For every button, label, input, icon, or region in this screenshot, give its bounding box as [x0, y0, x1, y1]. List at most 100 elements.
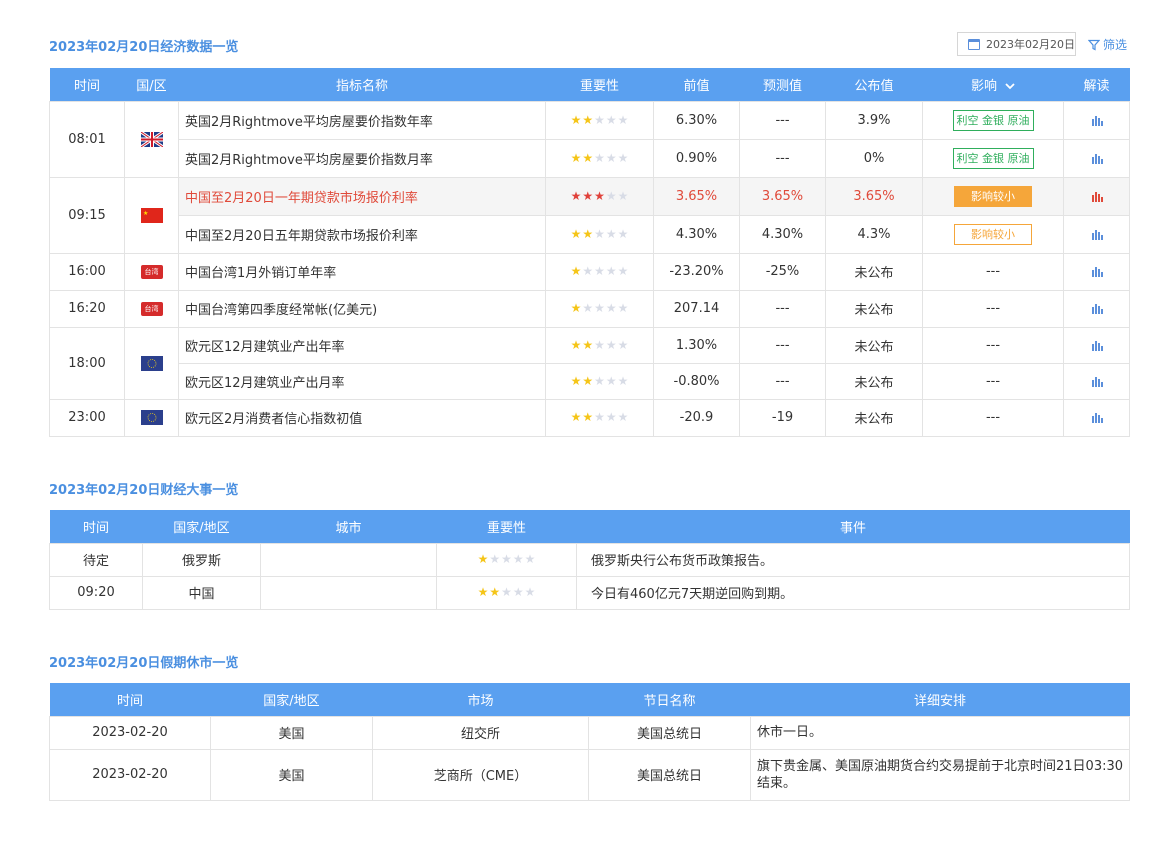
bar-chart-icon[interactable]: [1091, 340, 1103, 351]
previous-value: 207.14: [653, 289, 740, 328]
star-icon: ★: [582, 150, 594, 165]
impact-cell: 影响较小: [922, 176, 1064, 216]
table-row: 09:20 中国 ★ ★ ★ ★ ★ 今日有460亿元7天期逆回购到期。: [49, 575, 1130, 610]
header-actual: 公布值: [825, 68, 923, 101]
bar-chart-icon[interactable]: [1091, 229, 1103, 240]
bar-chart-icon[interactable]: [1091, 153, 1103, 164]
previous-value: 6.30%: [653, 100, 740, 140]
event-city: [260, 542, 437, 577]
star-icon: ★: [605, 410, 617, 424]
forecast-value: ---: [739, 289, 826, 328]
star-icon: ★: [605, 112, 617, 127]
table-row: 2023-02-20 美国 芝商所（CME） 美国总统日 旗下贵金属、美国原油期货合约交…: [49, 748, 1130, 801]
events-table: 时间 国家/地区 城市 重要性 事件 待定 俄罗斯 ★ ★ ★ ★ ★ 俄罗斯央行公布货币政策…: [49, 510, 1130, 610]
event-time: 待定: [49, 542, 143, 577]
star-icon: ★: [582, 188, 594, 203]
interpretation-cell[interactable]: [1063, 138, 1130, 178]
bar-chart-icon[interactable]: [1091, 191, 1103, 202]
indicator-name[interactable]: 中国至2月20日一年期贷款市场报价利率: [178, 176, 546, 216]
header-country: 国家/地区: [210, 683, 373, 716]
header-impact[interactable]: 影响: [922, 68, 1064, 101]
star-icon: ★: [594, 410, 605, 424]
table-row: 18:00 欧元区12月建筑业产出年率 ★ ★ ★ ★ ★ 1.30% --- 未公布 ---: [49, 326, 1130, 400]
star-icon: ★: [617, 226, 629, 241]
star-icon: ★: [489, 585, 501, 599]
header-region: 国/区: [124, 68, 179, 101]
indicator-name[interactable]: 中国台湾1月外销订单年率: [178, 252, 546, 291]
event-text: 俄罗斯央行公布货币政策报告。: [576, 542, 1130, 577]
bar-chart-icon[interactable]: [1091, 303, 1103, 314]
importance-stars: ★ ★ ★ ★ ★: [571, 338, 629, 352]
importance-cell: ★ ★ ★ ★ ★: [545, 214, 654, 254]
interpretation-cell[interactable]: [1063, 214, 1130, 254]
bar-chart-icon[interactable]: [1091, 376, 1103, 387]
forecast-value: ---: [739, 100, 826, 140]
importance-stars: ★ ★ ★ ★ ★: [571, 189, 629, 203]
event-country: 中国: [142, 575, 261, 610]
star-icon: ★: [594, 150, 605, 165]
star-icon: ★: [605, 373, 617, 388]
star-icon: ★: [594, 301, 605, 315]
header-forecast: 预测值: [739, 68, 826, 101]
star-icon: ★: [605, 264, 617, 278]
forecast-value: ---: [739, 362, 826, 400]
indicator-name[interactable]: 欧元区12月建筑业产出月率: [178, 362, 546, 400]
holiday-market: 芝商所（CME）: [372, 748, 589, 801]
holidays-table: 时间 国家/地区 市场 节日名称 详细安排 2023-02-20 美国 纽交所 美国总…: [49, 683, 1130, 801]
bar-chart-icon[interactable]: [1091, 266, 1103, 277]
star-icon: ★: [582, 264, 594, 278]
event-text: 今日有460亿元7天期逆回购到期。: [576, 575, 1130, 610]
indicator-name[interactable]: 英国2月Rightmove平均房屋要价指数年率: [178, 100, 546, 140]
star-icon: ★: [617, 410, 629, 424]
date-picker[interactable]: 2023年02月20日: [957, 32, 1076, 56]
star-icon: ★: [617, 188, 629, 203]
indicator-name[interactable]: 欧元区2月消费者信心指数初值: [178, 398, 546, 437]
indicator-name[interactable]: 中国至2月20日五年期贷款市场报价利率: [178, 214, 546, 254]
star-icon: ★: [512, 552, 524, 566]
star-icon: ★: [617, 373, 629, 388]
star-icon: ★: [570, 226, 582, 241]
impact-badge: 影响较小: [954, 185, 1032, 207]
indicator-name[interactable]: 欧元区12月建筑业产出年率: [178, 326, 546, 364]
interpretation-cell[interactable]: [1063, 326, 1130, 364]
importance-stars: ★ ★ ★ ★ ★: [478, 585, 536, 599]
interpretation-cell[interactable]: [1063, 362, 1130, 400]
actual-value: 3.65%: [825, 176, 923, 216]
eu-flag-icon: [140, 410, 163, 425]
header-time: 时间: [49, 68, 125, 101]
time-cell: 08:01: [49, 100, 125, 178]
star-icon: ★: [570, 301, 582, 315]
indicator-name[interactable]: 中国台湾第四季度经常帐(亿美元): [178, 289, 546, 328]
actual-value: 未公布: [825, 362, 923, 400]
impact-cell: ---: [922, 326, 1064, 364]
holiday-country: 美国: [210, 715, 373, 750]
star-icon: ★: [594, 188, 605, 203]
indicator-name[interactable]: 英国2月Rightmove平均房屋要价指数月率: [178, 138, 546, 178]
importance-cell: ★ ★ ★ ★ ★: [545, 398, 654, 437]
bar-chart-icon[interactable]: [1091, 115, 1103, 126]
interpretation-cell[interactable]: [1063, 176, 1130, 216]
bar-chart-icon[interactable]: [1091, 412, 1103, 423]
impact-cell: 影响较小: [922, 214, 1064, 254]
table-row: 23:00 欧元区2月消费者信心指数初值 ★ ★ ★ ★ ★ -20.9 -19 未公布 ---: [49, 398, 1130, 437]
interpretation-cell[interactable]: [1063, 252, 1130, 291]
impact-cell: ---: [922, 252, 1064, 291]
header-market: 市场: [372, 683, 589, 716]
interpretation-cell[interactable]: [1063, 289, 1130, 328]
holiday-market: 纽交所: [372, 715, 589, 750]
holiday-name: 美国总统日: [588, 715, 751, 750]
actual-value: 未公布: [825, 289, 923, 328]
previous-value: -0.80%: [653, 362, 740, 400]
star-icon: ★: [582, 112, 594, 127]
star-icon: ★: [594, 264, 605, 278]
filter-button[interactable]: 筛选: [1088, 36, 1127, 53]
importance-cell: ★ ★ ★ ★ ★: [545, 176, 654, 216]
star-icon: ★: [594, 337, 605, 352]
interpretation-cell[interactable]: [1063, 100, 1130, 140]
flag-cell: [124, 326, 179, 400]
interpretation-cell[interactable]: [1063, 398, 1130, 437]
actual-value: 3.9%: [825, 100, 923, 140]
star-icon: ★: [605, 301, 617, 315]
importance-cell: ★ ★ ★ ★ ★: [436, 575, 577, 610]
previous-value: 3.65%: [653, 176, 740, 216]
